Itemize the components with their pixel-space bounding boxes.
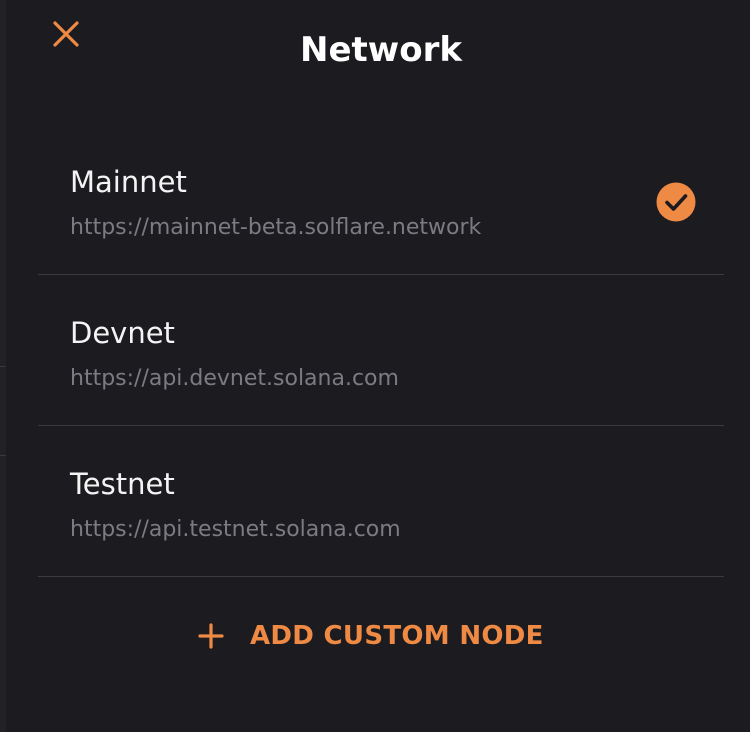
page-title: Network xyxy=(300,30,462,70)
network-name: Mainnet xyxy=(70,165,187,199)
add-custom-node-label: ADD CUSTOM NODE xyxy=(250,621,544,651)
network-url: https://api.testnet.solana.com xyxy=(70,517,401,542)
network-list: Mainnet https://mainnet-beta.solflare.ne… xyxy=(38,124,724,577)
edge-divider xyxy=(0,366,6,367)
add-custom-node-button[interactable]: ADD CUSTOM NODE xyxy=(198,612,544,660)
network-item-testnet[interactable]: Testnet https://api.testnet.solana.com xyxy=(38,426,724,577)
network-name: Testnet xyxy=(70,467,175,501)
network-url: https://api.devnet.solana.com xyxy=(70,366,399,391)
edge-divider xyxy=(0,455,6,456)
checkmark-icon xyxy=(656,182,696,222)
background-edge xyxy=(0,0,6,732)
network-item-mainnet[interactable]: Mainnet https://mainnet-beta.solflare.ne… xyxy=(38,124,724,275)
network-item-devnet[interactable]: Devnet https://api.devnet.solana.com xyxy=(38,275,724,426)
plus-icon xyxy=(198,623,224,649)
network-panel: Network Mainnet https://mainnet-beta.sol… xyxy=(0,0,750,732)
network-name: Devnet xyxy=(70,316,175,350)
network-url: https://mainnet-beta.solflare.network xyxy=(70,215,482,240)
